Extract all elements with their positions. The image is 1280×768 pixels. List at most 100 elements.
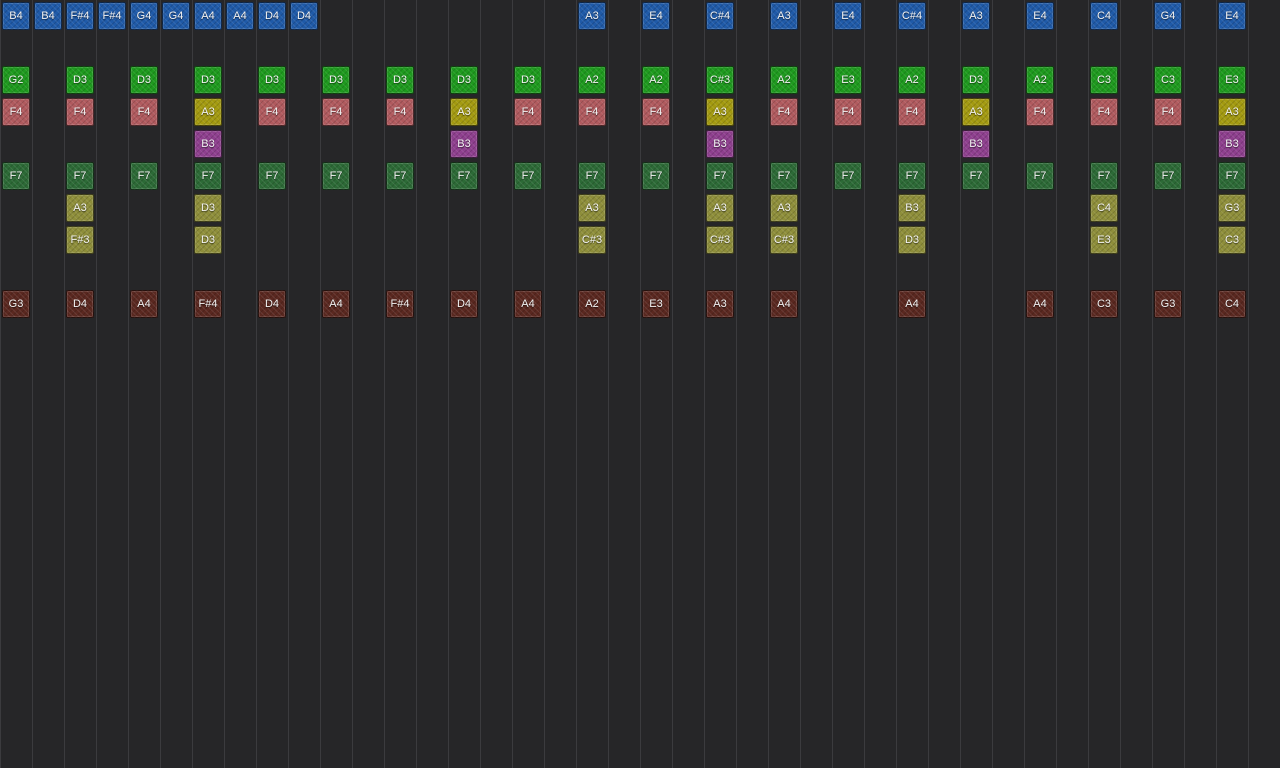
note-block[interactable]: F#4 <box>386 290 414 318</box>
note-block[interactable]: F7 <box>1090 162 1118 190</box>
note-block[interactable]: A2 <box>898 66 926 94</box>
note-block[interactable]: A3 <box>578 2 606 30</box>
note-block[interactable]: F4 <box>642 98 670 126</box>
note-block[interactable]: A2 <box>578 290 606 318</box>
note-block[interactable]: D4 <box>258 290 286 318</box>
note-block[interactable]: A3 <box>66 194 94 222</box>
note-block[interactable]: A4 <box>1026 290 1054 318</box>
note-block[interactable]: F4 <box>898 98 926 126</box>
note-block[interactable]: C#3 <box>770 226 798 254</box>
note-block[interactable]: D3 <box>194 194 222 222</box>
note-block[interactable]: C#4 <box>706 2 734 30</box>
note-block[interactable]: F#4 <box>194 290 222 318</box>
note-block[interactable]: D3 <box>450 66 478 94</box>
note-block[interactable]: F7 <box>770 162 798 190</box>
note-block[interactable]: F7 <box>514 162 542 190</box>
note-block[interactable]: E4 <box>834 2 862 30</box>
note-block[interactable]: F#4 <box>98 2 126 30</box>
note-block[interactable]: A2 <box>578 66 606 94</box>
note-block[interactable]: D3 <box>194 226 222 254</box>
note-block[interactable]: B4 <box>34 2 62 30</box>
note-block[interactable]: F7 <box>962 162 990 190</box>
note-block[interactable]: G3 <box>1154 290 1182 318</box>
note-block[interactable]: A3 <box>194 98 222 126</box>
note-block[interactable]: C#4 <box>898 2 926 30</box>
note-block[interactable]: F7 <box>642 162 670 190</box>
note-block[interactable]: D3 <box>194 66 222 94</box>
note-block[interactable]: D3 <box>962 66 990 94</box>
note-block[interactable]: E4 <box>1218 2 1246 30</box>
note-block[interactable]: A3 <box>578 194 606 222</box>
note-block[interactable]: F7 <box>834 162 862 190</box>
note-block[interactable]: F7 <box>130 162 158 190</box>
note-block[interactable]: B3 <box>450 130 478 158</box>
note-block[interactable]: C#3 <box>578 226 606 254</box>
note-block[interactable]: F4 <box>834 98 862 126</box>
note-block[interactable]: F4 <box>386 98 414 126</box>
note-block[interactable]: A4 <box>898 290 926 318</box>
note-block[interactable]: F7 <box>898 162 926 190</box>
note-block[interactable]: F7 <box>386 162 414 190</box>
note-block[interactable]: F7 <box>1026 162 1054 190</box>
note-block[interactable]: A4 <box>194 2 222 30</box>
note-block[interactable]: F4 <box>322 98 350 126</box>
note-block[interactable]: A3 <box>450 98 478 126</box>
note-block[interactable]: F4 <box>578 98 606 126</box>
note-block[interactable]: F7 <box>578 162 606 190</box>
note-block[interactable]: C#3 <box>706 226 734 254</box>
note-block[interactable]: A4 <box>130 290 158 318</box>
note-block[interactable]: F#4 <box>66 2 94 30</box>
note-block[interactable]: E3 <box>642 290 670 318</box>
note-block[interactable]: A2 <box>770 66 798 94</box>
note-block[interactable]: C3 <box>1090 290 1118 318</box>
note-block[interactable]: C4 <box>1090 2 1118 30</box>
note-block[interactable]: A3 <box>770 194 798 222</box>
note-block[interactable]: A2 <box>642 66 670 94</box>
note-block[interactable]: D3 <box>130 66 158 94</box>
note-block[interactable]: B3 <box>194 130 222 158</box>
note-block[interactable]: F4 <box>1026 98 1054 126</box>
note-block[interactable]: G2 <box>2 66 30 94</box>
note-block[interactable]: F4 <box>1090 98 1118 126</box>
note-block[interactable]: C3 <box>1154 66 1182 94</box>
note-block[interactable]: C3 <box>1090 66 1118 94</box>
note-block[interactable]: B3 <box>706 130 734 158</box>
note-block[interactable]: F7 <box>194 162 222 190</box>
note-block[interactable]: A4 <box>514 290 542 318</box>
note-block[interactable]: C3 <box>1218 226 1246 254</box>
note-block[interactable]: D3 <box>898 226 926 254</box>
note-block[interactable]: B3 <box>1218 130 1246 158</box>
note-block[interactable]: D3 <box>66 66 94 94</box>
note-block[interactable]: B3 <box>962 130 990 158</box>
note-block[interactable]: A2 <box>1026 66 1054 94</box>
note-block[interactable]: G4 <box>1154 2 1182 30</box>
note-block[interactable]: B4 <box>2 2 30 30</box>
note-block[interactable]: F7 <box>258 162 286 190</box>
note-block[interactable]: A3 <box>770 2 798 30</box>
note-block[interactable]: A3 <box>706 290 734 318</box>
piano-roll-grid[interactable]: B4 B4 F#4 F#4 G4 G4 A4 A4 D4 D4 A3 E4 C#4 A3 E4 C#4 A3 E4… <box>0 0 1280 768</box>
note-block[interactable]: D3 <box>514 66 542 94</box>
note-block[interactable]: F4 <box>1154 98 1182 126</box>
note-block[interactable]: D4 <box>258 2 286 30</box>
note-block[interactable]: F7 <box>706 162 734 190</box>
note-block[interactable]: F4 <box>770 98 798 126</box>
note-block[interactable]: A4 <box>226 2 254 30</box>
note-block[interactable]: A4 <box>770 290 798 318</box>
note-block[interactable]: D3 <box>322 66 350 94</box>
note-block[interactable]: F4 <box>66 98 94 126</box>
note-block[interactable]: F7 <box>322 162 350 190</box>
note-block[interactable]: E3 <box>834 66 862 94</box>
note-block[interactable]: F7 <box>2 162 30 190</box>
note-block[interactable]: F7 <box>450 162 478 190</box>
note-block[interactable]: A3 <box>962 98 990 126</box>
note-block[interactable]: A3 <box>1218 98 1246 126</box>
note-block[interactable]: F4 <box>130 98 158 126</box>
note-block[interactable]: E4 <box>1026 2 1054 30</box>
note-block[interactable]: A4 <box>322 290 350 318</box>
note-block[interactable]: F4 <box>2 98 30 126</box>
note-block[interactable]: D4 <box>290 2 318 30</box>
note-block[interactable]: G3 <box>1218 194 1246 222</box>
note-block[interactable]: G4 <box>130 2 158 30</box>
note-block[interactable]: C#3 <box>706 66 734 94</box>
